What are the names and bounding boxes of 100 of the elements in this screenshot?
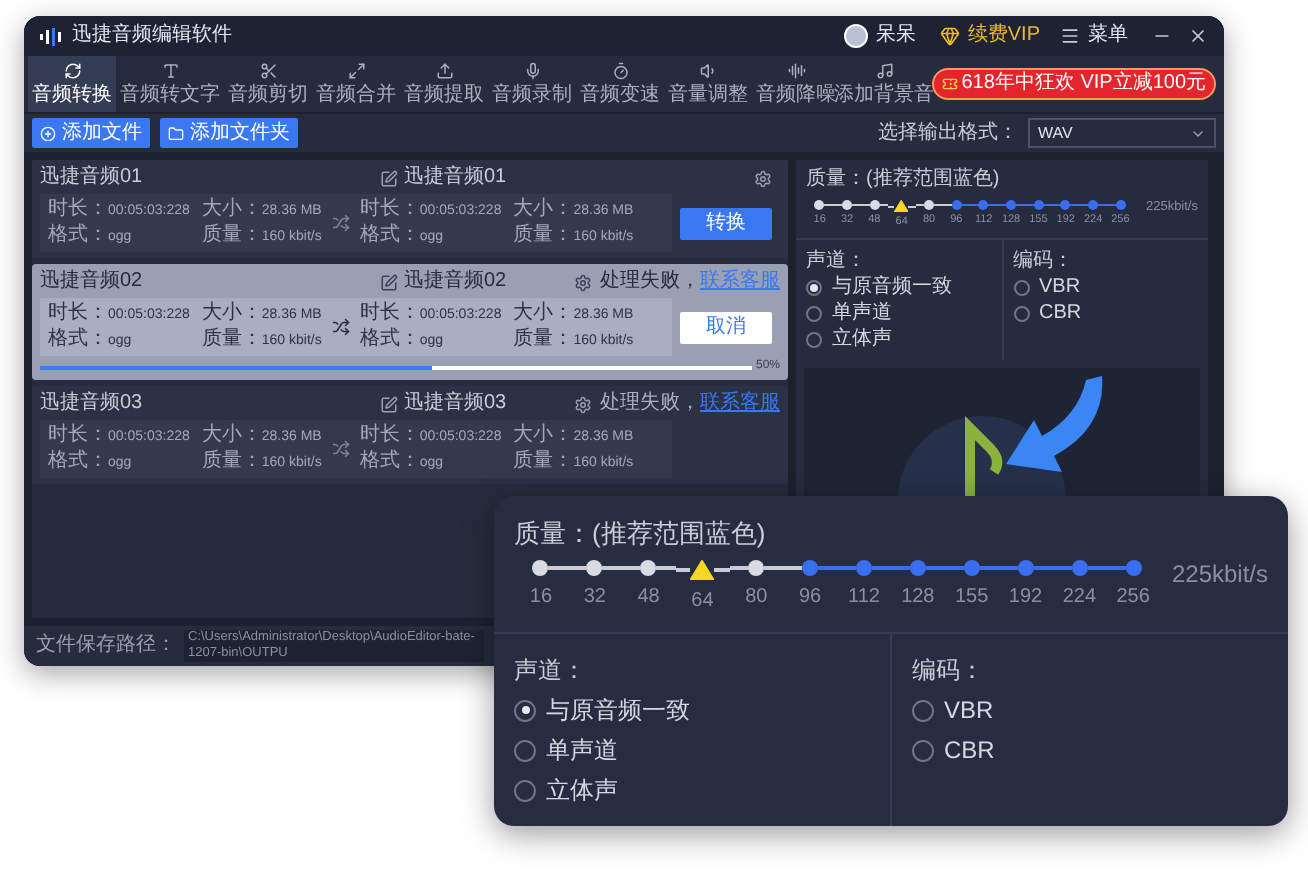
field-label: 大小： [513,424,574,446]
promo-banner[interactable]: 618年中狂欢 VIP立减100元 [931,68,1216,100]
tick-label: 256 [1116,584,1150,612]
diamond-icon[interactable] [939,26,960,46]
channel-label: 声道： [514,654,588,688]
radio-option[interactable]: CBR [1013,300,1198,326]
radio-option[interactable]: 单声道 [514,730,870,770]
field-label: 时长： [48,198,108,220]
slider-thumb[interactable] [894,200,909,212]
format-select[interactable]: WAV [1028,118,1216,148]
tool-tab[interactable]: 音频提取 [400,56,488,112]
vip-link[interactable]: 续费VIP [967,24,1040,48]
status-text: 处理失败， [600,392,700,416]
tool-tab[interactable]: 音量调整 [664,56,752,112]
sound-wave-icon [787,62,805,80]
radio-button[interactable] [806,305,822,321]
field-label: 大小： [201,424,262,446]
radio-option[interactable]: 立体声 [514,770,870,810]
output-name: 迅捷音频02 [404,270,507,294]
promo-text: 618年中狂欢 VIP立减100元 [961,72,1206,96]
radio-button[interactable] [806,331,822,347]
radio-option[interactable]: 立体声 [806,326,991,352]
tick-label: 32 [583,584,606,612]
field-label: 大小： [201,198,262,220]
field-label: 质量： [513,224,574,246]
option-label: VBR [944,694,994,728]
radio-option[interactable]: VBR [912,690,1268,730]
close-icon[interactable] [1188,26,1208,46]
settings-icon[interactable] [754,169,772,187]
option-label: 立体声 [546,774,618,808]
quality-label: 质量：(推荐范围蓝色) [806,168,1002,192]
add-folder-button[interactable]: 添加文件夹 [160,118,298,148]
menu-label[interactable]: 菜单 [1088,24,1128,48]
tool-tab[interactable]: 音频合并 [312,56,400,112]
field-label: 时长： [48,302,108,324]
tool-tab[interactable]: 音频剪切 [224,56,312,112]
tool-tab[interactable]: 音频变速 [576,56,664,112]
radio-option[interactable]: CBR [912,730,1268,770]
field-label: 时长： [359,302,420,324]
edit-icon[interactable] [380,273,398,291]
field-label: 时长： [359,424,420,446]
radio-button[interactable] [514,779,536,801]
logo-icon [40,27,64,45]
option-label: 与原音频一致 [832,274,952,300]
music-note-icon [875,62,893,80]
save-path-label: 文件保存路径： [36,634,176,658]
refresh-icon [63,62,81,80]
option-label: 单声道 [546,734,618,768]
radio-option[interactable]: 与原音频一致 [806,274,991,300]
menu-icon[interactable] [1060,26,1080,46]
radio-button[interactable] [912,739,934,761]
field-label: 格式： [48,328,108,350]
status-text: 处理失败， [600,270,700,294]
option-label: 立体声 [832,326,892,352]
radio-button[interactable] [514,739,536,761]
option-label: 单声道 [832,300,892,326]
shuffle-icon [331,440,350,458]
edit-icon[interactable] [380,395,398,413]
field-label: 格式： [359,328,420,350]
option-label: VBR [1039,274,1081,300]
quality-label: 质量：(推荐范围蓝色) [514,516,768,552]
tool-tab[interactable]: 音频录制 [488,56,576,112]
option-label: CBR [1039,300,1082,326]
timer-icon [611,62,629,80]
encoding-label: 编码： [912,654,986,688]
tick-label: 112 [848,584,880,612]
file-name: 迅捷音频03 [40,392,145,416]
radio-button[interactable] [806,279,822,295]
coupon-icon [941,76,958,92]
settings-icon[interactable] [574,273,592,291]
window-title: 迅捷音频编辑软件 [72,24,232,48]
scissors-icon [259,62,277,80]
radio-button[interactable] [514,699,536,721]
microphone-icon [523,62,541,80]
encoding-label: 编码： [1013,248,1075,274]
edit-icon[interactable] [380,169,398,187]
format-label: 选择输出格式： [878,121,1018,145]
settings-icon[interactable] [574,395,592,413]
expand-icon [347,62,365,80]
speaker-icon [699,62,717,80]
shuffle-icon [331,318,350,336]
radio-button[interactable] [912,699,934,721]
convert-button[interactable]: 转换 [680,207,772,239]
field-label: 质量： [201,328,262,350]
radio-button[interactable] [1013,279,1029,295]
field-label: 大小： [513,198,574,220]
cancel-button[interactable]: 取消 [680,311,772,343]
add-file-button[interactable]: 添加文件 [32,118,150,148]
folder-icon [168,125,184,141]
tick-label: 16 [529,584,553,612]
radio-option[interactable]: 单声道 [806,300,991,326]
field-label: 大小： [201,302,262,324]
avatar-icon [843,24,868,48]
tool-tab[interactable]: 音频转换 [28,56,116,112]
tool-tab[interactable]: 音频转文字 [116,56,224,112]
radio-option[interactable]: VBR [1013,274,1198,300]
slider-thumb[interactable] [690,560,715,580]
radio-option[interactable]: 与原音频一致 [514,690,870,730]
output-name: 迅捷音频03 [404,392,507,416]
radio-button[interactable] [1013,305,1029,321]
